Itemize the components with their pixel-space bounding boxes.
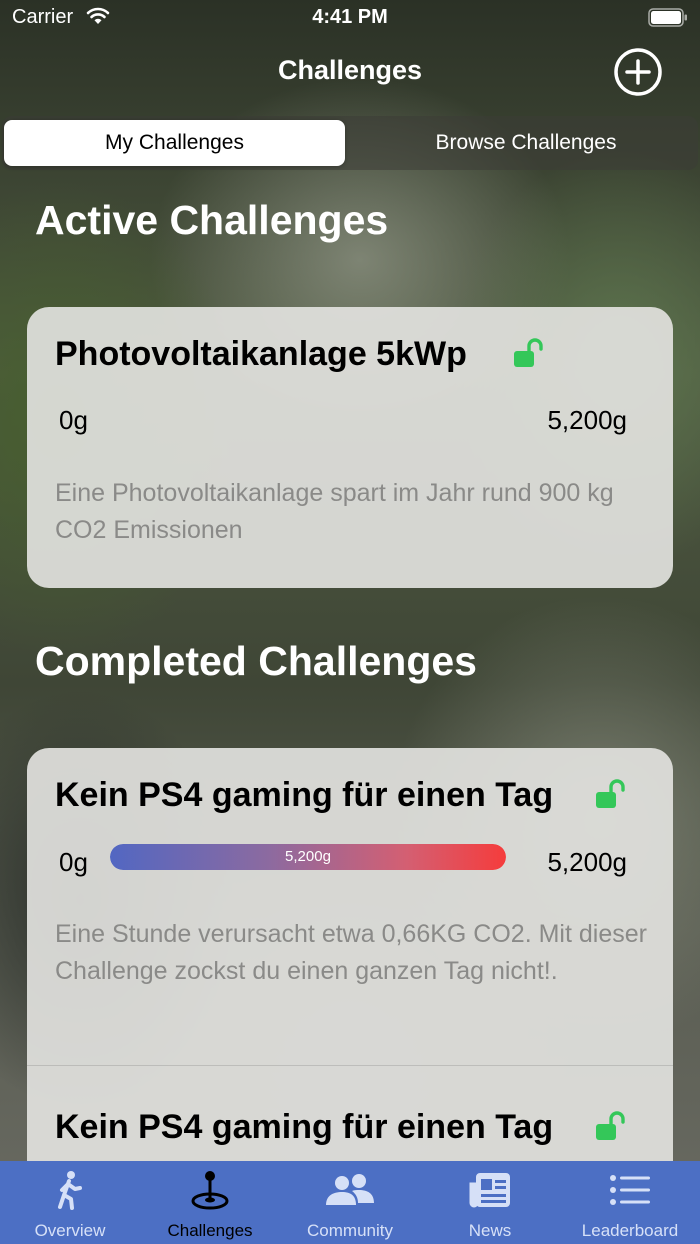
segment-browse-challenges[interactable]: Browse Challenges: [354, 120, 698, 166]
challenge-title: Kein PS4 gaming für einen Tag: [55, 1108, 554, 1146]
joystick-icon: [191, 1171, 229, 1210]
plus-circle-icon: [614, 48, 662, 96]
unlocked-lock-icon: [514, 338, 543, 367]
range-max-label: 5,200g: [547, 847, 627, 877]
completed-challenges-heading: Completed Challenges: [35, 638, 477, 684]
challenge-progress-bar: [110, 405, 506, 431]
newspaper-icon: [469, 1173, 510, 1208]
walking-person-icon: [58, 1171, 82, 1210]
tab-community[interactable]: Community: [280, 1161, 420, 1244]
tab-label: Community: [307, 1221, 393, 1240]
challenge-description: Eine Photovoltaikanlage spart im Jahr ru…: [55, 479, 614, 544]
people-icon: [326, 1174, 374, 1205]
range-max-label: 5,200g: [547, 405, 627, 435]
unlocked-lock-icon: [596, 1111, 625, 1140]
add-challenge-button[interactable]: [612, 46, 664, 98]
status-bar: Carrier 4:41 PM: [0, 0, 700, 36]
battery-icon: [648, 8, 687, 27]
status-time: 4:41 PM: [312, 6, 388, 28]
segment-my-challenges[interactable]: My Challenges: [4, 120, 345, 166]
tab-label: Leaderboard: [581, 1221, 679, 1240]
unlocked-lock-icon: [596, 779, 625, 808]
challenge-progress-bar: 5,200g: [110, 844, 506, 870]
tab-news[interactable]: News: [420, 1161, 560, 1244]
challenge-row[interactable]: Kein PS4 gaming für einen Tag 0g 5,200g …: [27, 748, 673, 1066]
tab-label: Challenges: [167, 1221, 253, 1240]
progress-label: 5,200g: [285, 848, 331, 865]
challenge-description: Eine Stunde verursacht etwa 0,66KG CO2. …: [55, 920, 647, 985]
challenge-segmented-control: My Challenges Browse Challenges: [2, 116, 698, 170]
challenge-row[interactable]: Photovoltaikanlage 5kWp 0g 5,200g Eine P…: [27, 307, 673, 588]
completed-challenges-card: Kein PS4 gaming für einen Tag 0g 5,200g …: [27, 748, 673, 1208]
progress-label: [110, 405, 506, 431]
tab-bar: Overview Challenges Community News Leade…: [0, 1161, 700, 1244]
tab-overview[interactable]: Overview: [0, 1161, 140, 1244]
range-min-label: 0g: [59, 405, 88, 435]
page-title: Challenges: [277, 55, 423, 85]
active-challenges-card: Photovoltaikanlage 5kWp 0g 5,200g Eine P…: [27, 307, 673, 588]
tab-challenges[interactable]: Challenges: [140, 1161, 280, 1244]
range-min-label: 0g: [59, 847, 88, 877]
challenge-title: Kein PS4 gaming für einen Tag: [55, 776, 554, 814]
tab-label: News: [468, 1221, 512, 1240]
tab-leaderboard[interactable]: Leaderboard: [560, 1161, 700, 1244]
challenge-title: Photovoltaikanlage 5kWp: [55, 335, 467, 373]
list-icon: [610, 1175, 650, 1205]
tab-label: Overview: [34, 1221, 106, 1240]
active-challenges-heading: Active Challenges: [35, 197, 389, 243]
